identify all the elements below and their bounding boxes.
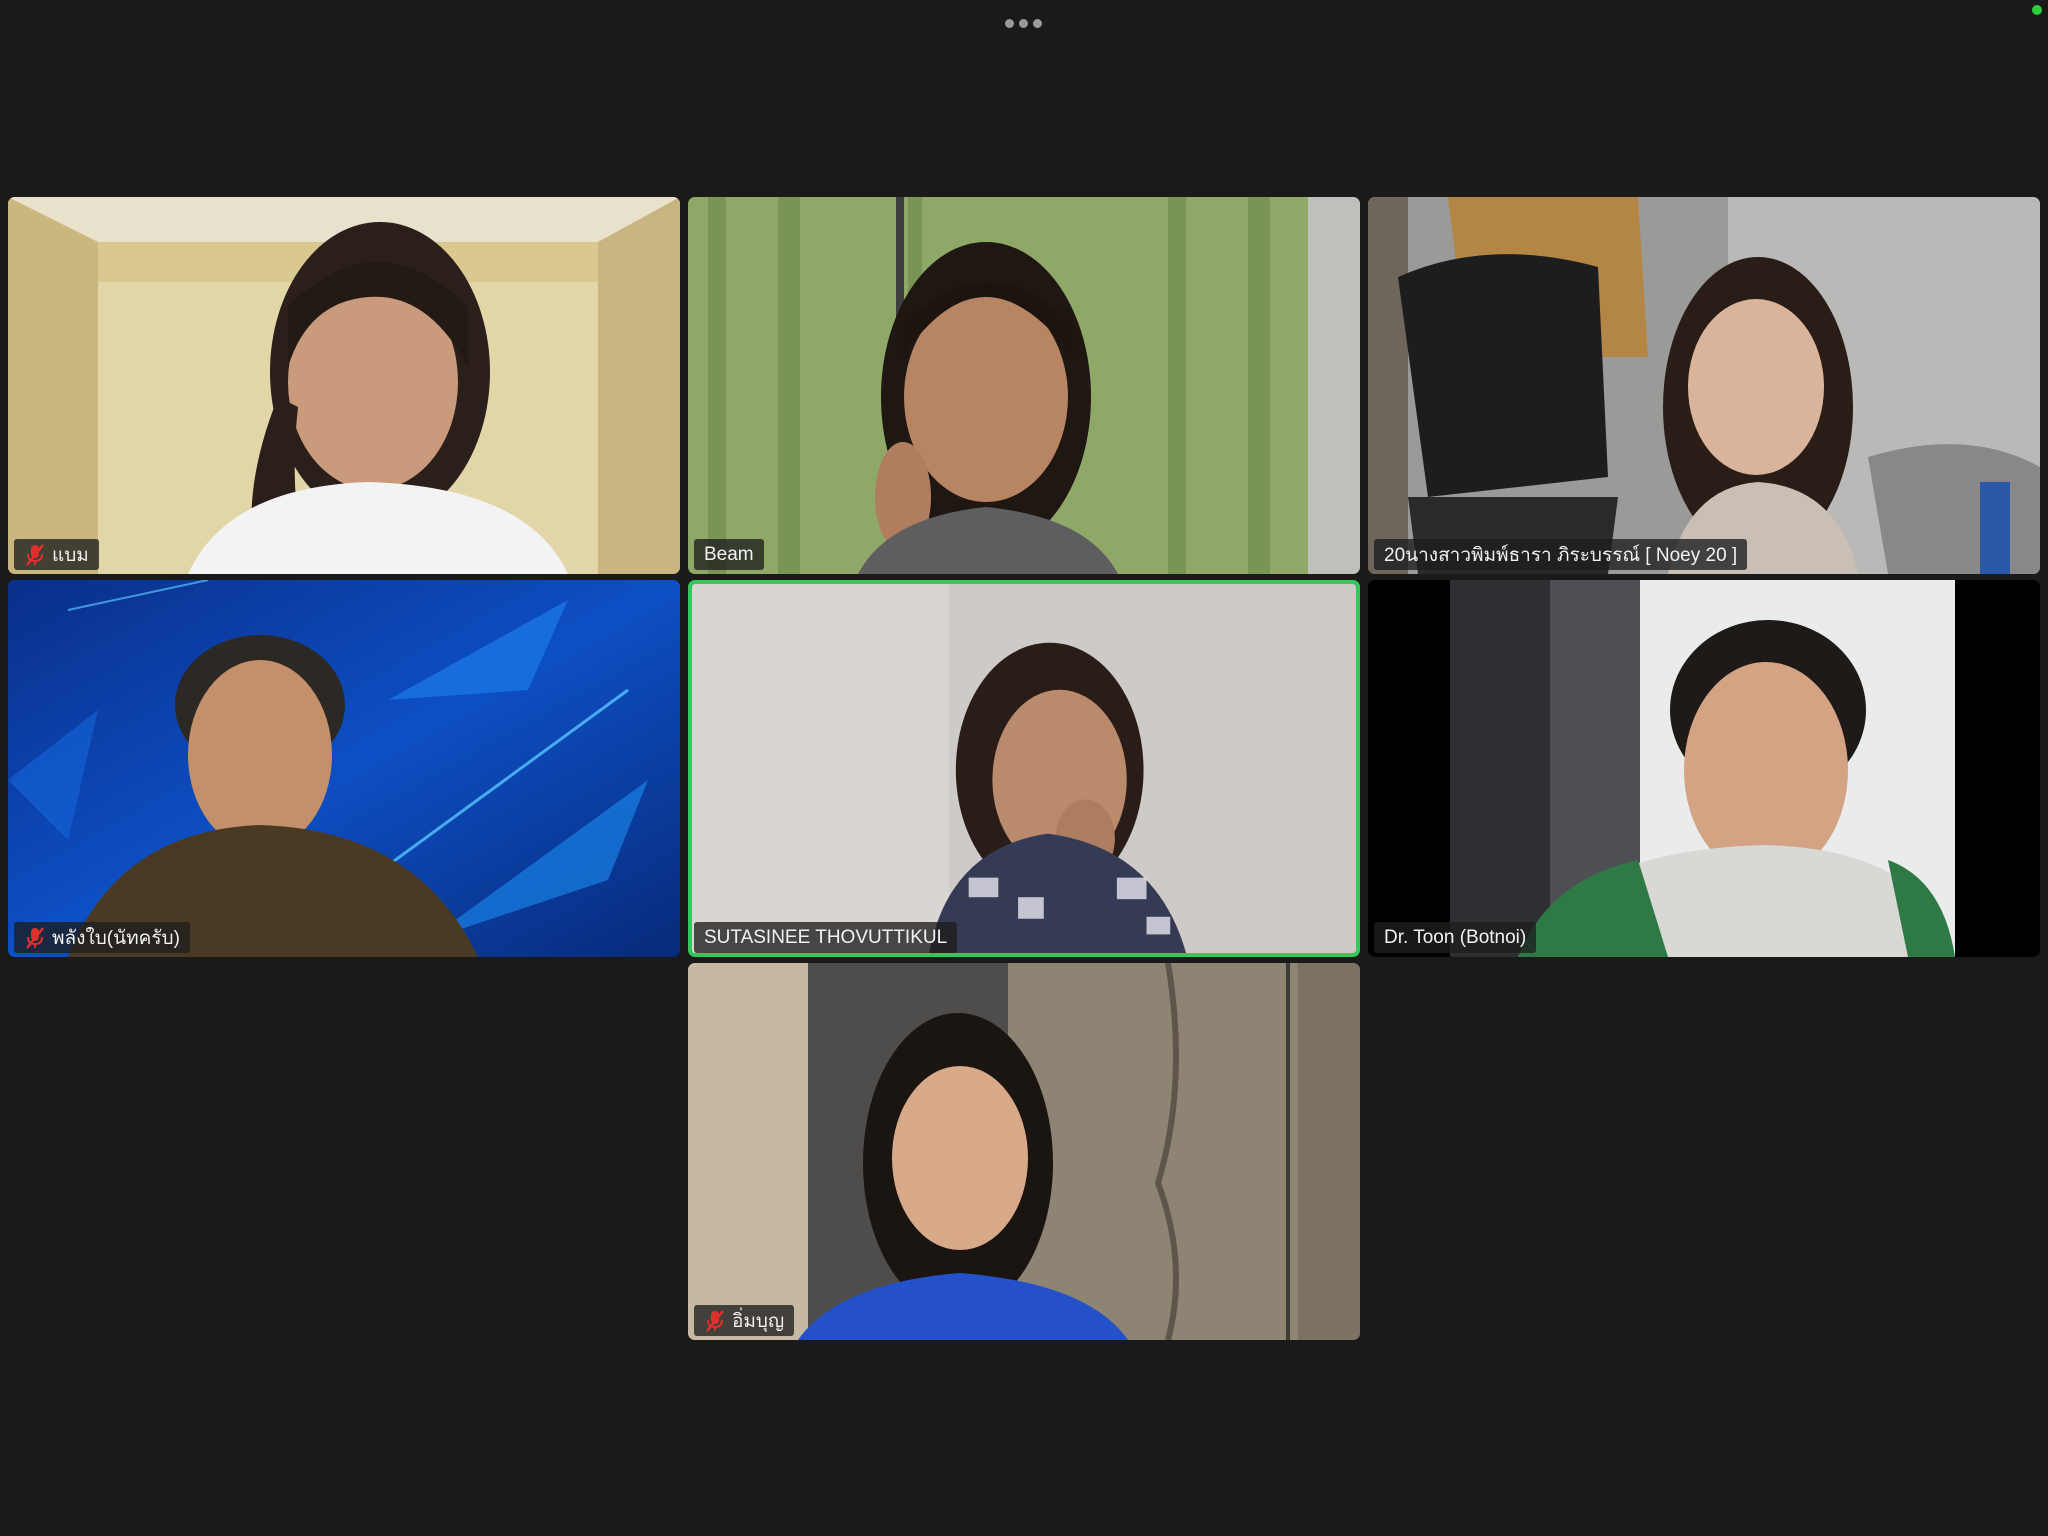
mic-muted-icon [26, 543, 44, 566]
participant-video-tile[interactable]: แบม [8, 197, 680, 574]
connection-status-indicator [2032, 5, 2042, 15]
participant-video-feed [692, 584, 1356, 953]
participant-name-tag: SUTASINEE THOVUTTIKUL [694, 922, 958, 953]
ellipsis-dot-icon [1032, 18, 1042, 28]
more-options-button[interactable] [998, 14, 1048, 32]
participant-name-tag: Dr. Toon (Botnoi) [1374, 922, 1537, 953]
participant-video-tile[interactable]: พลังใบ(นัทครับ) [8, 580, 680, 957]
participant-video-feed [1368, 580, 2040, 957]
participant-video-feed [8, 197, 680, 574]
participant-name: อิ่มบุญ [732, 1310, 785, 1332]
participant-video-tile[interactable]: Beam [688, 197, 1360, 574]
participant-name-tag: แบม [14, 539, 99, 570]
participant-video-tile-active-speaker[interactable]: SUTASINEE THOVUTTIKUL [688, 580, 1360, 957]
participant-name: 20นางสาวพิมพ์ธารา ภิระบรรณ์ [ Noey 20 ] [1384, 544, 1738, 566]
participant-video-tile[interactable]: Dr. Toon (Botnoi) [1368, 580, 2040, 957]
participant-name: SUTASINEE THOVUTTIKUL [704, 926, 948, 948]
participant-video-feed [8, 580, 680, 957]
participant-name-tag: อิ่มบุญ [694, 1305, 795, 1336]
participant-video-feed [688, 963, 1360, 1340]
participant-video-tile[interactable]: อิ่มบุญ [688, 963, 1360, 1340]
participant-name: Dr. Toon (Botnoi) [1384, 926, 1527, 948]
participant-name: พลังใบ(นัทครับ) [52, 927, 180, 949]
participant-video-feed [1368, 197, 2040, 574]
ellipsis-dot-icon [1018, 18, 1028, 28]
participant-name: แบม [52, 544, 89, 566]
participant-name-tag: Beam [694, 539, 764, 570]
participant-video-feed [688, 197, 1360, 574]
mic-muted-icon [26, 926, 44, 949]
participant-video-tile[interactable]: 20นางสาวพิมพ์ธารา ภิระบรรณ์ [ Noey 20 ] [1368, 197, 2040, 574]
mic-muted-icon [706, 1309, 724, 1332]
ellipsis-dot-icon [1004, 18, 1014, 28]
participant-name: Beam [704, 543, 754, 565]
participant-name-tag: พลังใบ(นัทครับ) [14, 922, 190, 953]
zoom-gallery-view: แบม Beam 20นางสาวพิมพ์ธารา ภิระบรรณ์ [N… [0, 0, 2048, 1536]
participant-name-tag: 20นางสาวพิมพ์ธารา ภิระบรรณ์ [ Noey 20 ] [1374, 539, 1748, 570]
